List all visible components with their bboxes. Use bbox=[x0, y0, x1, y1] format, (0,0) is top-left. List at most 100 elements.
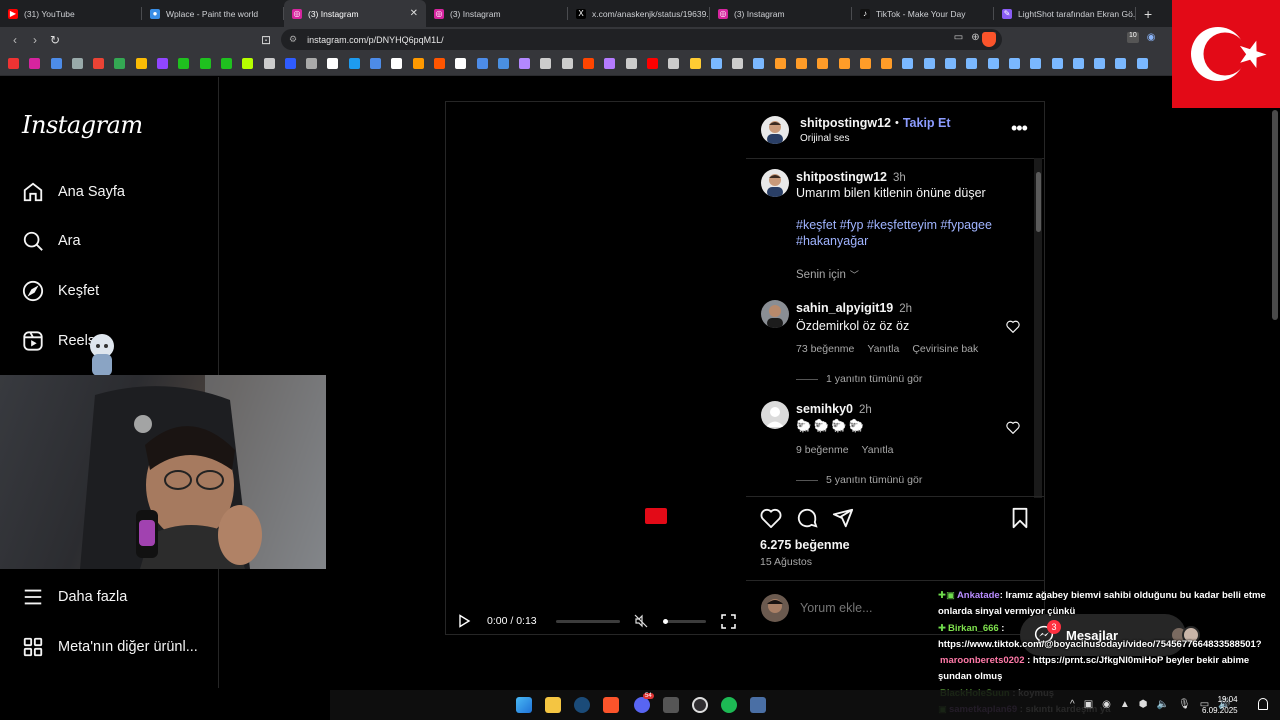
bookmark-favicon-icon[interactable] bbox=[1094, 58, 1106, 69]
address-bar[interactable]: ⚙ instagram.com/p/DNYHQ6pqM1L/ ▭ ⊕ ⇱ bbox=[281, 29, 1002, 50]
follow-button[interactable]: Takip Et bbox=[903, 116, 951, 130]
steam-icon[interactable] bbox=[574, 697, 590, 713]
comment-username[interactable]: sahin_alpyigit19 bbox=[796, 301, 893, 315]
taskbar-clock[interactable]: 19:04 6.09.2025 bbox=[1202, 694, 1238, 716]
comment-likes[interactable]: 73 beğenme bbox=[796, 343, 854, 355]
bookmark-favicon-icon[interactable] bbox=[859, 58, 871, 69]
brave-shield-icon[interactable] bbox=[982, 32, 996, 47]
view-replies-button[interactable]: 5 yanıtın tümünü gör bbox=[796, 474, 922, 486]
audio-label[interactable]: Orijinal ses bbox=[800, 133, 849, 144]
tray-app-icon[interactable]: ⬢ bbox=[1139, 699, 1148, 710]
mute-icon[interactable] bbox=[634, 614, 648, 628]
video-player[interactable]: 0:00 / 0:13 bbox=[446, 102, 746, 634]
zoom-icon[interactable]: ⊕ bbox=[971, 32, 979, 43]
comment-input[interactable] bbox=[800, 600, 950, 616]
bookmark-favicon-icon[interactable] bbox=[157, 58, 169, 69]
bookmark-favicon-icon[interactable] bbox=[1008, 58, 1020, 69]
bookmark-favicon-icon[interactable] bbox=[1136, 58, 1148, 69]
forward-icon[interactable]: › bbox=[25, 33, 45, 47]
bookmark-favicon-icon[interactable] bbox=[540, 58, 552, 69]
bookmark-favicon-icon[interactable] bbox=[497, 58, 509, 69]
likes-count[interactable]: 6.275 beğenme bbox=[760, 538, 850, 552]
extension-badge[interactable]: 10 bbox=[1127, 32, 1139, 43]
comment-translate-button[interactable]: Çevirisine bak bbox=[912, 343, 978, 355]
caption-hashtags[interactable]: #hakanyağar bbox=[796, 234, 868, 248]
bookmark-favicon-icon[interactable] bbox=[519, 58, 531, 69]
cast-icon[interactable]: ▭ bbox=[954, 32, 963, 43]
comment-like-heart-icon[interactable] bbox=[1006, 421, 1020, 434]
save-bookmark-icon[interactable] bbox=[1010, 507, 1030, 529]
own-avatar[interactable] bbox=[761, 594, 789, 622]
bookmark-favicon-icon[interactable] bbox=[370, 58, 382, 69]
tray-chevron-icon[interactable]: ^ bbox=[1070, 699, 1075, 710]
like-heart-icon[interactable] bbox=[760, 508, 782, 528]
bookmark-favicon-icon[interactable] bbox=[753, 58, 765, 69]
instagram-logo[interactable]: Instagram bbox=[22, 111, 143, 139]
bookmark-favicon-icon[interactable] bbox=[263, 58, 275, 69]
sidebar-item-home[interactable]: Ana Sayfa bbox=[22, 180, 125, 204]
bookmark-favicon-icon[interactable] bbox=[923, 58, 935, 69]
bookmark-favicon-icon[interactable] bbox=[668, 58, 680, 69]
close-tab-icon[interactable]: ✕ bbox=[410, 8, 418, 19]
browser-tab[interactable]: ✎ LightShot tarafından Ekran Gö... bbox=[994, 0, 1136, 27]
bookmark-favicon-icon[interactable] bbox=[561, 58, 573, 69]
bookmark-favicon-icon[interactable] bbox=[795, 58, 807, 69]
bookmark-favicon-icon[interactable] bbox=[774, 58, 786, 69]
bookmark-favicon-icon[interactable] bbox=[71, 58, 83, 69]
obs-icon[interactable] bbox=[692, 697, 708, 713]
bookmark-favicon-icon[interactable] bbox=[1072, 58, 1084, 69]
site-settings-icon[interactable]: ⚙ bbox=[289, 34, 297, 45]
bookmark-favicon-icon[interactable] bbox=[881, 58, 893, 69]
bookmark-favicon-icon[interactable] bbox=[455, 58, 467, 69]
bookmark-favicon-icon[interactable] bbox=[987, 58, 999, 69]
comment-reply-button[interactable]: Yanıtla bbox=[867, 343, 899, 355]
file-explorer-icon[interactable] bbox=[545, 697, 561, 713]
caption-avatar[interactable] bbox=[761, 169, 789, 197]
sidebar-item-explore[interactable]: Keşfet bbox=[22, 279, 99, 303]
app-icon[interactable] bbox=[750, 697, 766, 713]
bookmark-favicon-icon[interactable] bbox=[391, 58, 403, 69]
bookmark-favicon-icon[interactable] bbox=[50, 58, 62, 69]
windows-start-icon[interactable] bbox=[516, 697, 532, 713]
bookmark-favicon-icon[interactable] bbox=[220, 58, 232, 69]
bookmark-favicon-icon[interactable] bbox=[412, 58, 424, 69]
spotify-icon[interactable] bbox=[721, 697, 737, 713]
bookmark-favicon-icon[interactable] bbox=[327, 58, 339, 69]
speaker-icon[interactable]: 🔈 bbox=[1157, 699, 1169, 710]
volume-slider-knob[interactable] bbox=[663, 618, 668, 624]
sidebar-item-meta-products[interactable]: Meta'nın diğer ürünl... bbox=[22, 635, 198, 659]
comment-like-heart-icon[interactable] bbox=[1006, 320, 1020, 333]
page-scrollbar[interactable] bbox=[1272, 110, 1278, 320]
bookmark-favicon-icon[interactable] bbox=[114, 58, 126, 69]
bookmark-favicon-icon[interactable] bbox=[604, 58, 616, 69]
new-tab-button[interactable]: + bbox=[1144, 6, 1152, 22]
bookmark-favicon-icon[interactable] bbox=[476, 58, 488, 69]
microphone-icon[interactable]: 🎙 bbox=[1178, 699, 1191, 710]
comment-reply-button[interactable]: Yanıtla bbox=[862, 444, 894, 456]
bookmark-favicon-icon[interactable] bbox=[689, 58, 701, 69]
view-replies-button[interactable]: 1 yanıtın tümünü gör bbox=[796, 373, 922, 385]
sidebar-item-more[interactable]: Daha fazla bbox=[22, 585, 127, 609]
author-avatar[interactable] bbox=[761, 116, 789, 144]
bookmark-favicon-icon[interactable] bbox=[93, 58, 105, 69]
comment-username[interactable]: semihky0 bbox=[796, 402, 853, 416]
comment-avatar[interactable] bbox=[761, 401, 789, 429]
brave-browser-icon[interactable] bbox=[603, 697, 619, 713]
bookmark-favicon-icon[interactable] bbox=[242, 58, 254, 69]
bookmark-favicon-icon[interactable] bbox=[8, 58, 19, 69]
volume-slider[interactable] bbox=[663, 618, 706, 624]
bookmark-page-icon[interactable]: ⊡ bbox=[256, 33, 276, 47]
caption-hashtags[interactable]: #keşfet #fyp #keşfetteyim #fypagee bbox=[796, 218, 992, 232]
share-send-icon[interactable] bbox=[832, 507, 854, 529]
bookmark-favicon-icon[interactable] bbox=[306, 58, 318, 69]
notification-bell-icon[interactable] bbox=[1258, 698, 1268, 710]
browser-tab[interactable]: ▶ (31) YouTube bbox=[0, 0, 142, 27]
browser-tab[interactable]: Xx.com/anaskenjk/status/19639... bbox=[568, 0, 710, 27]
bookmark-favicon-icon[interactable] bbox=[135, 58, 147, 69]
browser-tab[interactable]: ◎ (3) Instagram bbox=[426, 0, 568, 27]
bookmark-favicon-icon[interactable] bbox=[838, 58, 850, 69]
reload-icon[interactable]: ↻ bbox=[45, 33, 65, 47]
browser-tab[interactable]: ● Wplace - Paint the world bbox=[142, 0, 284, 27]
sidebar-item-search[interactable]: Ara bbox=[22, 229, 81, 253]
bookmark-favicon-icon[interactable] bbox=[945, 58, 957, 69]
